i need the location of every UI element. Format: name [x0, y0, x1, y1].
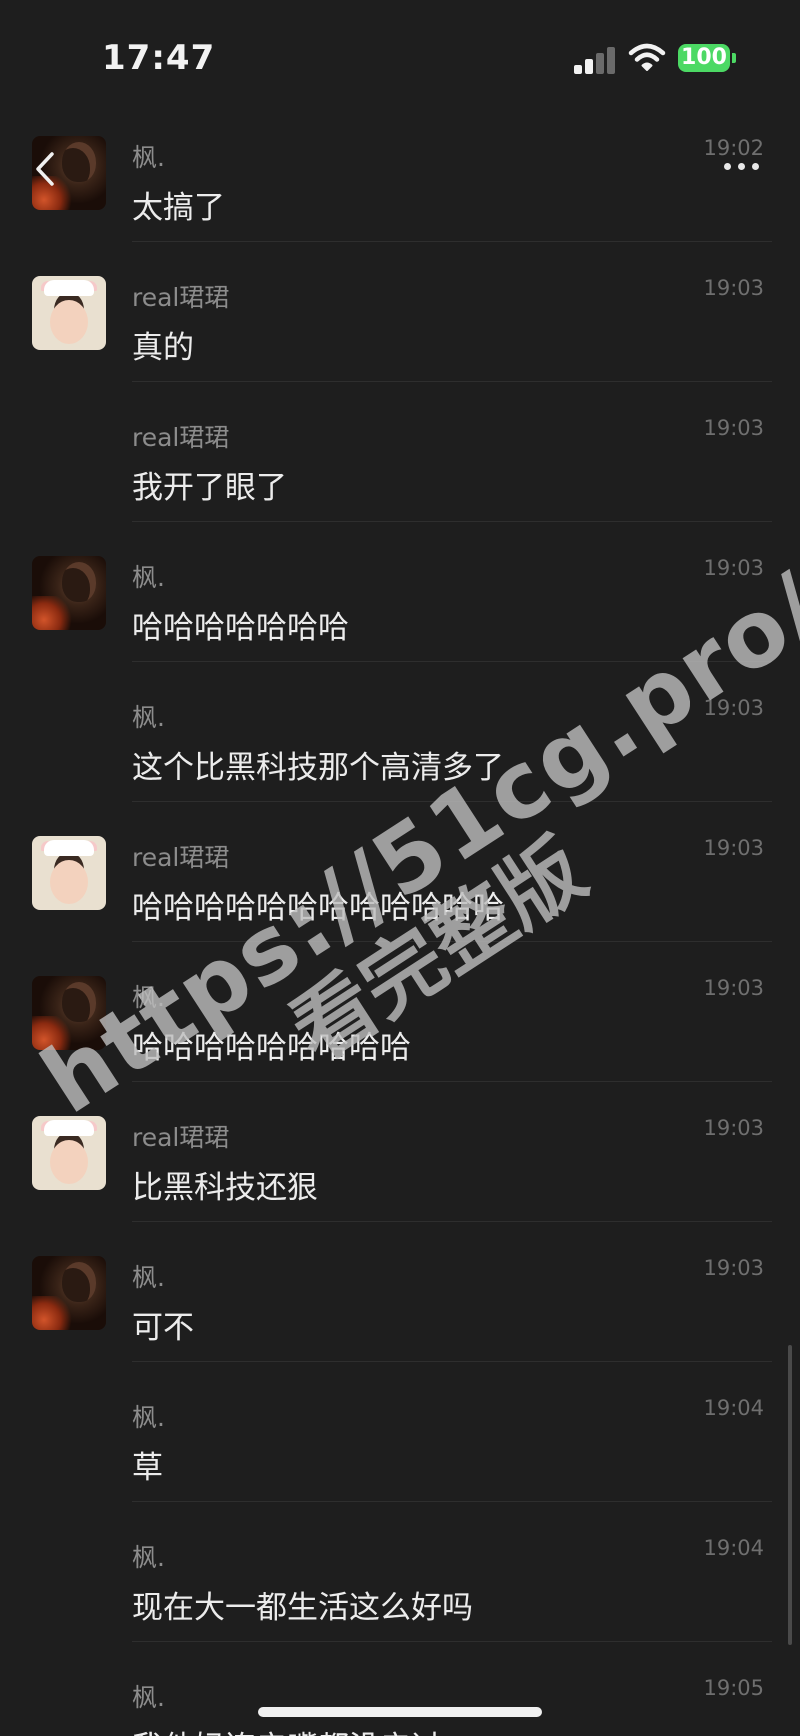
message-list[interactable]: 枫. 19:02 太搞了 real珺珺 19:03 真的 real珺珺 19:0… — [0, 0, 800, 1736]
divider — [132, 1501, 772, 1502]
message-time: 19:02 — [703, 136, 764, 160]
message-time: 19:03 — [703, 276, 764, 300]
message-text: 可不 — [132, 1310, 194, 1346]
message-time: 19:05 — [703, 1676, 764, 1700]
message-item[interactable]: real珺珺 19:03 比黑科技还狠 — [0, 1116, 800, 1256]
sender-name: 枫. — [132, 1683, 165, 1712]
message-text: 草 — [132, 1450, 163, 1486]
message-text: 现在大一都生活这么好吗 — [132, 1590, 473, 1626]
message-time: 19:03 — [703, 976, 764, 1000]
message-text: 这个比黑科技那个高清多了 — [132, 750, 504, 786]
divider — [132, 521, 772, 522]
message-item[interactable]: 枫. 19:05 我他妈连亲嘴都没亲过 — [0, 1676, 800, 1736]
message-item[interactable]: real珺珺 19:03 我开了眼了 — [0, 416, 800, 556]
status-bar: 17:47 100 — [0, 0, 800, 110]
message-text: 我开了眼了 — [132, 470, 287, 506]
divider — [132, 801, 772, 802]
more-button[interactable] — [720, 158, 764, 174]
message-item[interactable]: 枫. 19:04 现在大一都生活这么好吗 — [0, 1536, 800, 1676]
avatar[interactable] — [32, 836, 106, 910]
message-time: 19:03 — [703, 696, 764, 720]
wifi-icon — [628, 43, 666, 71]
message-time: 19:04 — [703, 1536, 764, 1560]
sender-name: 枫. — [132, 1543, 165, 1572]
message-time: 19:03 — [703, 1116, 764, 1140]
divider — [132, 941, 772, 942]
sender-name: real珺珺 — [132, 283, 230, 312]
message-text: 太搞了 — [132, 190, 225, 226]
message-item[interactable]: 枫. 19:03 这个比黑科技那个高清多了 — [0, 696, 800, 836]
sender-name: real珺珺 — [132, 423, 230, 452]
sender-name: 枫. — [132, 143, 165, 172]
message-item[interactable]: 枫. 19:03 哈哈哈哈哈哈哈 — [0, 556, 800, 696]
message-time: 19:03 — [703, 556, 764, 580]
message-item[interactable]: real珺珺 19:03 真的 — [0, 276, 800, 416]
message-item[interactable]: 枫. 19:03 可不 — [0, 1256, 800, 1396]
status-time: 17:47 — [102, 38, 216, 78]
message-item[interactable]: 枫. 19:02 太搞了 — [0, 136, 800, 276]
battery-indicator: 100 — [678, 44, 730, 72]
battery-cap — [732, 53, 736, 63]
sender-name: real珺珺 — [132, 843, 230, 872]
back-button[interactable] — [28, 146, 64, 192]
sender-name: 枫. — [132, 1263, 165, 1292]
message-text: 哈哈哈哈哈哈哈哈哈哈哈哈 — [132, 890, 504, 926]
avatar[interactable] — [32, 1256, 106, 1330]
message-time: 19:03 — [703, 1256, 764, 1280]
sender-name: 枫. — [132, 563, 165, 592]
message-text: 哈哈哈哈哈哈哈哈哈 — [132, 1030, 411, 1066]
avatar[interactable] — [32, 556, 106, 630]
sender-name: 枫. — [132, 983, 165, 1012]
home-indicator[interactable] — [258, 1707, 542, 1717]
divider — [132, 381, 772, 382]
divider — [132, 661, 772, 662]
message-item[interactable]: 枫. 19:04 草 — [0, 1396, 800, 1536]
divider — [132, 241, 772, 242]
message-text: 比黑科技还狠 — [132, 1170, 318, 1206]
divider — [132, 1221, 772, 1222]
message-time: 19:03 — [703, 836, 764, 860]
avatar[interactable] — [32, 976, 106, 1050]
avatar[interactable] — [32, 1116, 106, 1190]
sender-name: 枫. — [132, 1403, 165, 1432]
message-text: 真的 — [132, 330, 194, 366]
chat-history-screen: 枫. 19:02 太搞了 real珺珺 19:03 真的 real珺珺 19:0… — [0, 0, 800, 1736]
message-time: 19:03 — [703, 416, 764, 440]
message-item[interactable]: real珺珺 19:03 哈哈哈哈哈哈哈哈哈哈哈哈 — [0, 836, 800, 976]
sender-name: real珺珺 — [132, 1123, 230, 1152]
message-time: 19:04 — [703, 1396, 764, 1420]
cellular-signal-icon — [574, 46, 616, 74]
avatar[interactable] — [32, 276, 106, 350]
divider — [132, 1081, 772, 1082]
message-text: 哈哈哈哈哈哈哈 — [132, 610, 349, 646]
divider — [132, 1361, 772, 1362]
message-text: 我他妈连亲嘴都没亲过 — [132, 1722, 442, 1736]
sender-name: 枫. — [132, 703, 165, 732]
message-item[interactable]: 枫. 19:03 哈哈哈哈哈哈哈哈哈 — [0, 976, 800, 1116]
scrollbar[interactable] — [788, 1345, 792, 1645]
divider — [132, 1641, 772, 1642]
